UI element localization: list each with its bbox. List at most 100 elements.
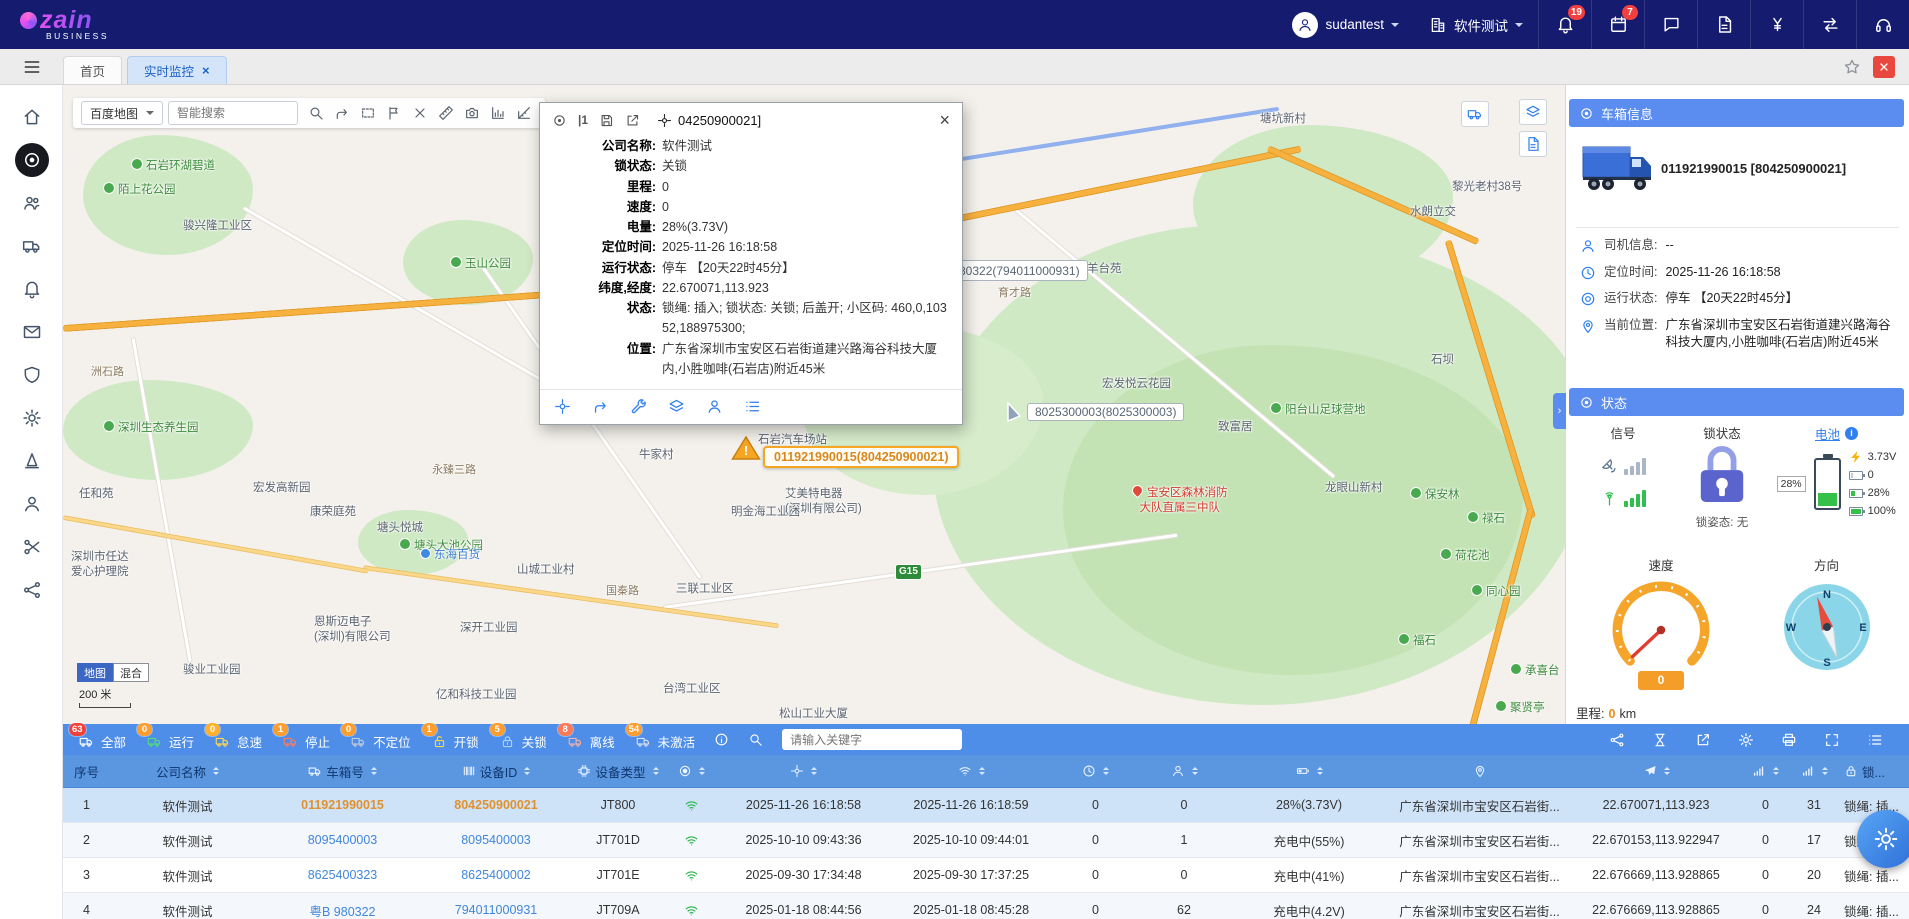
sort-icon[interactable] <box>1822 764 1828 778</box>
sidebar-item-alarms[interactable] <box>0 267 63 310</box>
table-row[interactable]: 4 软件测试 粤B 980322 794011000931 JT709A 202… <box>63 893 1909 919</box>
table-row[interactable]: 3 软件测试 8625400323 8625400002 JT701E 2025… <box>63 858 1909 893</box>
table-header-cell[interactable]: 锁... <box>1838 755 1909 787</box>
sort-icon[interactable] <box>653 764 659 778</box>
search-icon[interactable] <box>748 732 763 747</box>
table-header-cell[interactable] <box>1571 755 1741 787</box>
route-tool[interactable] <box>329 101 355 125</box>
table-header-cell[interactable]: 车箱号 <box>265 755 420 787</box>
sidebar-item-settings[interactable] <box>0 396 63 439</box>
box-number-link[interactable]: 8095400003 <box>308 833 378 847</box>
table-header-cell[interactable] <box>1230 755 1388 787</box>
follow-toggle[interactable] <box>552 113 567 128</box>
billing-button[interactable] <box>1697 0 1750 49</box>
save-view-button[interactable] <box>599 113 614 128</box>
calendar-button[interactable]: 7 <box>1591 0 1644 49</box>
pending-button[interactable] <box>1652 732 1668 748</box>
table-header-cell[interactable] <box>664 755 718 787</box>
table-row[interactable]: 2 软件测试 8095400003 8095400003 JT701D 2025… <box>63 823 1909 858</box>
org-menu[interactable]: 软件测试 <box>1414 0 1538 49</box>
battery-info-icon[interactable] <box>1845 427 1858 440</box>
sort-icon[interactable] <box>1317 764 1323 778</box>
map-canvas[interactable]: G15 石岩环湖碧道陌上花公园骏兴隆工业区玉山公园洲石路深圳生态养生园永臻三路塘… <box>63 85 1565 724</box>
filter-idle[interactable]: 0 怠速 <box>213 732 262 751</box>
filter-no-position[interactable]: 0 不定位 <box>349 732 411 751</box>
clear-tool[interactable] <box>407 101 433 125</box>
sort-icon[interactable] <box>1103 764 1109 778</box>
track-action[interactable] <box>592 398 609 415</box>
snapshot-tool[interactable] <box>459 101 485 125</box>
ruler-tool[interactable] <box>433 101 459 125</box>
close-all-button[interactable] <box>1873 56 1895 78</box>
filter-inactive[interactable]: 54 未激活 <box>634 732 696 751</box>
driver-action[interactable] <box>706 398 723 415</box>
sidebar-item-monitor[interactable] <box>0 138 63 181</box>
table-header-cell[interactable]: 设备类型 <box>572 755 664 787</box>
filter-stopped[interactable]: 1 停止 <box>281 732 330 751</box>
columns-button[interactable] <box>1867 732 1883 748</box>
zoom-search-tool[interactable] <box>303 101 329 125</box>
sort-icon[interactable] <box>699 764 705 778</box>
layer-map-button[interactable]: 地图 <box>77 663 113 682</box>
vehicle-marker[interactable] <box>1005 401 1023 426</box>
box-number-link[interactable]: 8625400323 <box>308 868 378 882</box>
sort-icon[interactable] <box>371 764 377 778</box>
sidebar-item-personnel[interactable] <box>0 181 63 224</box>
table-header-cell[interactable] <box>1388 755 1571 787</box>
sidebar-item-messages[interactable] <box>0 310 63 353</box>
print-button[interactable] <box>1781 732 1797 748</box>
export-button[interactable] <box>1695 732 1711 748</box>
table-header-cell[interactable]: 序号 <box>63 755 110 787</box>
sidebar-item-vehicles[interactable] <box>0 224 63 267</box>
table-header-cell[interactable]: 公司名称 <box>110 755 265 787</box>
collapse-panel-handle[interactable] <box>1553 393 1566 429</box>
filter-locked[interactable]: 5 关锁 <box>498 732 547 751</box>
chart-tool[interactable] <box>485 101 511 125</box>
sort-icon[interactable] <box>811 764 817 778</box>
messages-button[interactable] <box>1644 0 1697 49</box>
fullscreen-button[interactable] <box>1824 732 1840 748</box>
support-button[interactable] <box>1856 0 1909 49</box>
locate-action[interactable] <box>554 398 571 415</box>
sidebar-item-security[interactable] <box>0 353 63 396</box>
currency-button[interactable] <box>1750 0 1803 49</box>
map-search-input[interactable] <box>168 101 298 125</box>
filter-running[interactable]: 0 运行 <box>145 732 194 751</box>
box-number-link[interactable]: 011921990015 <box>301 798 384 812</box>
table-header-cell[interactable] <box>1790 755 1838 787</box>
floating-service-button[interactable] <box>1857 810 1909 868</box>
close-tab-icon[interactable]: × <box>202 63 210 78</box>
filter-unlocked[interactable]: 1 开锁 <box>430 732 479 751</box>
filter-all[interactable]: 63 全部 <box>77 732 126 751</box>
sidebar-item-network[interactable] <box>0 568 63 611</box>
close-icon[interactable] <box>939 111 950 129</box>
favorite-star-icon[interactable] <box>1843 58 1861 76</box>
measure-tool[interactable] <box>511 101 537 125</box>
flag-tool[interactable] <box>381 101 407 125</box>
sort-icon[interactable] <box>979 764 985 778</box>
keyword-search-input[interactable] <box>782 729 962 750</box>
sidebar-item-home[interactable] <box>0 95 63 138</box>
table-header-cell[interactable]: 设备ID <box>420 755 572 787</box>
alert-vehicle-marker[interactable]: ! <box>731 435 761 464</box>
vehicle-map-label[interactable]: 8025300003(8025300003) <box>1027 403 1184 421</box>
command-action[interactable] <box>630 398 647 415</box>
notifications-button[interactable]: 19 <box>1538 0 1591 49</box>
info-icon[interactable] <box>714 732 729 747</box>
table-row[interactable]: 1 软件测试 011921990015 804250900021 JT800 2… <box>63 788 1909 823</box>
map-provider-select[interactable]: 百度地图 <box>81 101 163 125</box>
layer-hybrid-button[interactable]: 混合 <box>113 663 149 682</box>
sort-icon[interactable] <box>1192 764 1198 778</box>
selected-vehicle-map-label[interactable]: 011921990015(804250900021) <box>763 446 959 468</box>
device-id-link[interactable]: 804250900021 <box>454 798 537 812</box>
user-menu[interactable]: sudantest <box>1277 0 1414 49</box>
tab-realtime-monitor[interactable]: 实时监控 × <box>127 56 227 84</box>
device-id-link[interactable]: 8625400002 <box>461 868 531 882</box>
sidebar-item-account[interactable] <box>0 482 63 525</box>
sidebar-item-markers[interactable] <box>0 439 63 482</box>
detail-panel-button[interactable] <box>1519 131 1547 157</box>
sort-icon[interactable] <box>213 764 219 778</box>
device-id-link[interactable]: 8095400003 <box>461 833 531 847</box>
detail-action[interactable] <box>744 398 761 415</box>
style-action[interactable] <box>668 398 685 415</box>
